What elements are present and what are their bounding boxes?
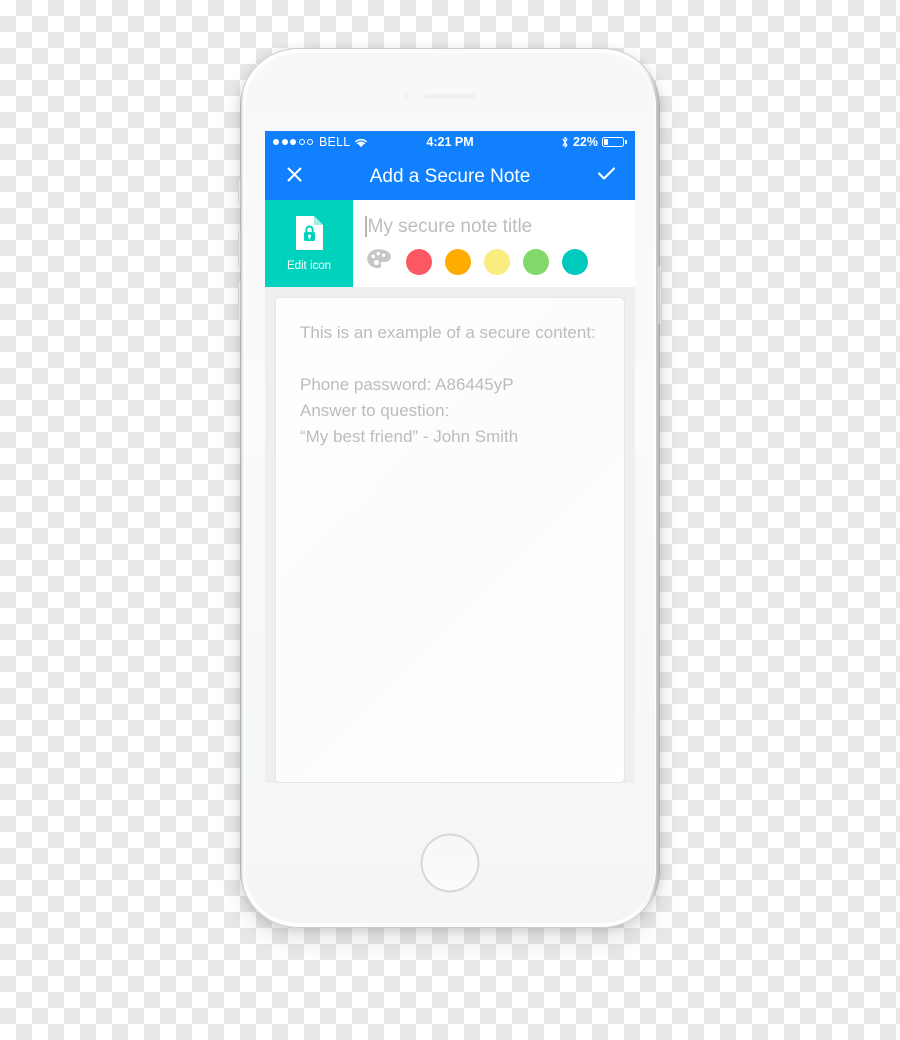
signal-dot [298,139,305,145]
page-title: Add a Secure Note [369,165,531,187]
phone-device: BELL 4:21 PM 22% Add a Secure Note Edit … [238,48,662,928]
home-button[interactable] [421,834,479,892]
color-swatch-yellow[interactable] [484,248,510,275]
color-swatch-row [365,248,627,276]
palette-button[interactable] [365,248,393,276]
color-swatch-teal[interactable] [562,248,588,275]
signal-strength-icon [273,139,313,145]
edit-icon-button[interactable]: Edit icon [265,200,353,287]
save-button[interactable] [591,162,621,192]
status-bar-right: 22% [561,135,627,149]
phone-screen: BELL 4:21 PM 22% Add a Secure Note Edit … [265,131,635,783]
signal-dot [307,139,313,145]
color-swatch-orange[interactable] [445,248,471,275]
close-x-icon [286,166,303,188]
signal-dot [290,139,296,145]
earpiece-speaker [423,94,477,99]
close-button[interactable] [279,162,309,192]
editor-header: Edit icon My secure note title [265,200,635,287]
wifi-icon [354,137,368,148]
carrier-name: BELL [319,135,351,149]
signal-dot [273,139,279,145]
battery-percent-label: 22% [572,135,598,149]
status-bar-left: BELL [273,135,368,149]
note-body-area: This is an example of a secure content: … [265,287,635,783]
color-palette-icon [366,248,392,275]
mute-switch[interactable] [238,180,242,204]
volume-down-button[interactable] [238,282,242,320]
note-card[interactable]: This is an example of a secure content: … [275,297,625,783]
editor-header-right: My secure note title [353,200,635,287]
signal-dot [281,139,288,145]
volume-up-button[interactable] [238,230,242,268]
note-title-field[interactable]: My secure note title [365,212,627,242]
front-camera [402,92,410,100]
battery-icon [602,137,627,147]
status-bar: BELL 4:21 PM 22% [265,131,635,153]
note-title-placeholder[interactable]: My secure note title [368,216,533,238]
note-content-text[interactable]: This is an example of a secure content: … [300,320,600,450]
navigation-bar: Add a Secure Note [265,153,635,200]
text-caret [365,216,367,237]
edit-icon-label: Edit icon [286,260,332,272]
color-swatch-red[interactable] [406,248,432,275]
secure-document-lock-icon [294,215,325,256]
bluetooth-icon [561,136,569,149]
checkmark-icon [597,166,616,187]
power-button[interactable] [658,266,662,324]
color-swatch-green[interactable] [523,248,549,275]
